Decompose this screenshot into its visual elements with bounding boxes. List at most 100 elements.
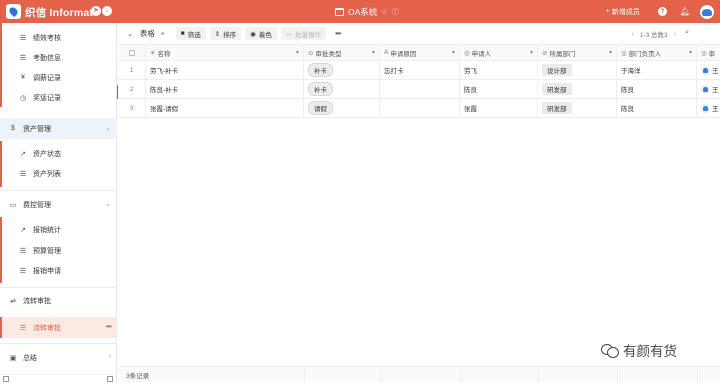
cell-approver[interactable]: 王 [697, 80, 720, 98]
sidebar-item-budget[interactable]: ☰ 预算管理 [0, 240, 117, 261]
help-icon[interactable]: ? [657, 7, 667, 16]
sidebar-item-label: 报销统计 [33, 226, 61, 234]
batch-button[interactable]: ▭ 批量操作 [280, 27, 326, 40]
list-icon: ☰ [19, 34, 27, 42]
chevron-down-icon[interactable]: ▾ [689, 49, 692, 56]
color-button[interactable]: ◉ 着色 [245, 27, 277, 40]
cell-reason[interactable] [380, 80, 460, 98]
sidebar-group-summary[interactable]: ▣ 总结 › [0, 347, 117, 368]
cell-manager[interactable]: 于海洋 [617, 61, 697, 79]
table-row[interactable]: 1 劳飞-补卡 补卡 忘打卡 劳飞 设计部 于海洋 王 [118, 61, 720, 80]
sidebar-group-expense[interactable]: ▭ 费控管理 ⌄ [0, 194, 117, 215]
cell-manager[interactable]: 陈良 [617, 99, 697, 117]
data-table: ✳ 名称 ▾ ⊙ 审批类型 ▾ A 申请原因 ▾ ◎ 申请人 ▾ ⊘ 所属部门 [118, 45, 720, 375]
sidebar-item-approval-flow[interactable]: ☰ 流转审批 ••• [0, 317, 117, 338]
sidebar-item-asset-list[interactable]: ☰ 资产列表 [0, 163, 117, 184]
sidebar-item-asset-status[interactable]: ↗ 资产状态 [0, 143, 117, 164]
sidebar-item-label: 绩效考核 [33, 34, 61, 42]
select-all-checkbox[interactable] [128, 49, 135, 56]
chevron-down-icon[interactable]: ▾ [372, 49, 375, 56]
chevron-down-icon[interactable]: ⌄ [127, 30, 133, 38]
cell-name[interactable]: 张霞-请假 [146, 99, 304, 117]
column-header[interactable]: ◎ 部门负责人 ▾ [617, 45, 697, 60]
sidebar-group-approval[interactable]: ⇌ 流转审批 [0, 290, 117, 311]
table-header-row: ✳ 名称 ▾ ⊙ 审批类型 ▾ A 申请原因 ▾ ◎ 申请人 ▾ ⊘ 所属部门 [118, 45, 720, 61]
app-logo-icon[interactable] [6, 4, 21, 19]
settings-icon[interactable] [3, 376, 9, 382]
list-icon: ☰ [19, 54, 27, 62]
new-member-button[interactable]: + 新增成员 [606, 7, 640, 17]
cell-applicant[interactable]: 劳飞 [460, 61, 538, 79]
download-icon[interactable]: ↓ [102, 6, 112, 16]
note-icon: ▣ [9, 354, 17, 362]
expand-icon[interactable] [107, 376, 113, 382]
prev-page-icon[interactable]: ‹ [631, 31, 633, 38]
column-label: 审批类型 [315, 50, 342, 58]
column-header[interactable]: ⊙ 审批类型 ▾ [304, 45, 380, 60]
table-footer: 3条记录 [118, 366, 720, 383]
row-index: 2 [118, 80, 146, 98]
filter-button[interactable]: ■ 筛选 [175, 27, 206, 40]
chevron-down-icon[interactable]: ▾ [296, 49, 299, 56]
sidebar-item-expense-stats[interactable]: ↗ 报销统计 [0, 219, 117, 240]
column-header[interactable]: ◎ 申请人 ▾ [460, 45, 538, 60]
sidebar-item-expense-request[interactable]: ☰ 报销申请 [0, 260, 117, 281]
column-label: 部门负责人 [628, 50, 662, 58]
sidebar-item-performance[interactable]: ☰ 绩效考核 [0, 27, 117, 48]
footer-divider [617, 367, 618, 383]
send-icon[interactable]: ➤ [91, 6, 101, 16]
column-header[interactable]: ◎ 审 [697, 45, 720, 60]
cell-applicant[interactable]: 陈良 [460, 80, 538, 98]
filter-icon: ■ [180, 30, 185, 37]
table-row[interactable]: 3 张霞-请假 请假 张霞 研发部 陈良 王 [118, 99, 720, 118]
window-icon [335, 7, 344, 16]
cell-dept[interactable]: 研发部 [538, 80, 617, 98]
cell-reason[interactable] [380, 99, 460, 117]
column-label: 所属部门 [549, 50, 576, 58]
sidebar-item-label: 费控管理 [23, 201, 51, 209]
cell-type[interactable]: 补卡 [304, 61, 380, 79]
sort-button[interactable]: ⇕ 排序 [209, 27, 242, 40]
sidebar-item-rewards[interactable]: ◷ 奖惩记录 [0, 87, 117, 108]
chevron-down-icon[interactable]: ▾ [609, 49, 612, 56]
cell-dept[interactable]: 设计部 [538, 61, 617, 79]
more-icon[interactable]: ••• [106, 322, 112, 331]
star-icon[interactable]: ☆ [381, 8, 387, 16]
column-header[interactable]: ✳ 名称 ▾ [146, 45, 304, 60]
footer-divider [380, 367, 381, 383]
cell-approver[interactable]: 王 [697, 99, 720, 117]
sidebar-item-salary[interactable]: ¥ 调薪记录 [0, 67, 117, 88]
cell-type[interactable]: 补卡 [304, 80, 380, 98]
next-page-icon[interactable]: › [674, 31, 676, 38]
table-row[interactable]: 2 陈良-补卡 补卡 陈良 研发部 陈良 王 [118, 80, 720, 99]
cell-applicant[interactable]: 张霞 [460, 99, 538, 117]
batch-icon: ▭ [285, 30, 292, 38]
sidebar-item-label: 调薪记录 [33, 74, 61, 82]
column-header[interactable]: ⊘ 所属部门 ▾ [538, 45, 617, 60]
share-icon[interactable]: ⚭ [160, 30, 166, 38]
sidebar-item-label: 奖惩记录 [33, 94, 61, 102]
info-icon[interactable]: ⓘ [392, 7, 399, 17]
cell-name[interactable]: 陈良-补卡 [146, 80, 304, 98]
cell-approver[interactable]: 王 [697, 61, 720, 79]
cell-reason[interactable]: 忘打卡 [380, 61, 460, 79]
search-icon[interactable]: ⌕ [685, 29, 689, 37]
sidebar-group-assets[interactable]: $ 资产管理 ⌄ [0, 118, 117, 139]
filter-label: 筛选 [187, 31, 201, 39]
cell-name[interactable]: 劳飞-补卡 [146, 61, 304, 79]
more-icon[interactable]: ••• [335, 29, 341, 38]
cell-manager[interactable]: 陈良 [617, 80, 697, 98]
cell-dept[interactable]: 研发部 [538, 99, 617, 117]
list-icon: ☰ [19, 267, 27, 275]
sidebar-item-label: 报销申请 [33, 267, 61, 275]
bell-icon[interactable]: 🔔︎ [680, 7, 690, 16]
column-header[interactable]: A 申请原因 ▾ [380, 45, 460, 60]
cell-type[interactable]: 请假 [304, 99, 380, 117]
app-title[interactable]: OA系统 ☆ ⓘ [335, 5, 399, 18]
sidebar-divider [0, 343, 117, 344]
user-avatar[interactable] [700, 4, 714, 19]
chevron-down-icon[interactable]: ▾ [530, 49, 533, 56]
sidebar-item-attendance[interactable]: ☰ 考勤信息 [0, 47, 117, 68]
chevron-down-icon[interactable]: ▾ [452, 49, 455, 56]
select-all-cell[interactable] [118, 45, 146, 60]
